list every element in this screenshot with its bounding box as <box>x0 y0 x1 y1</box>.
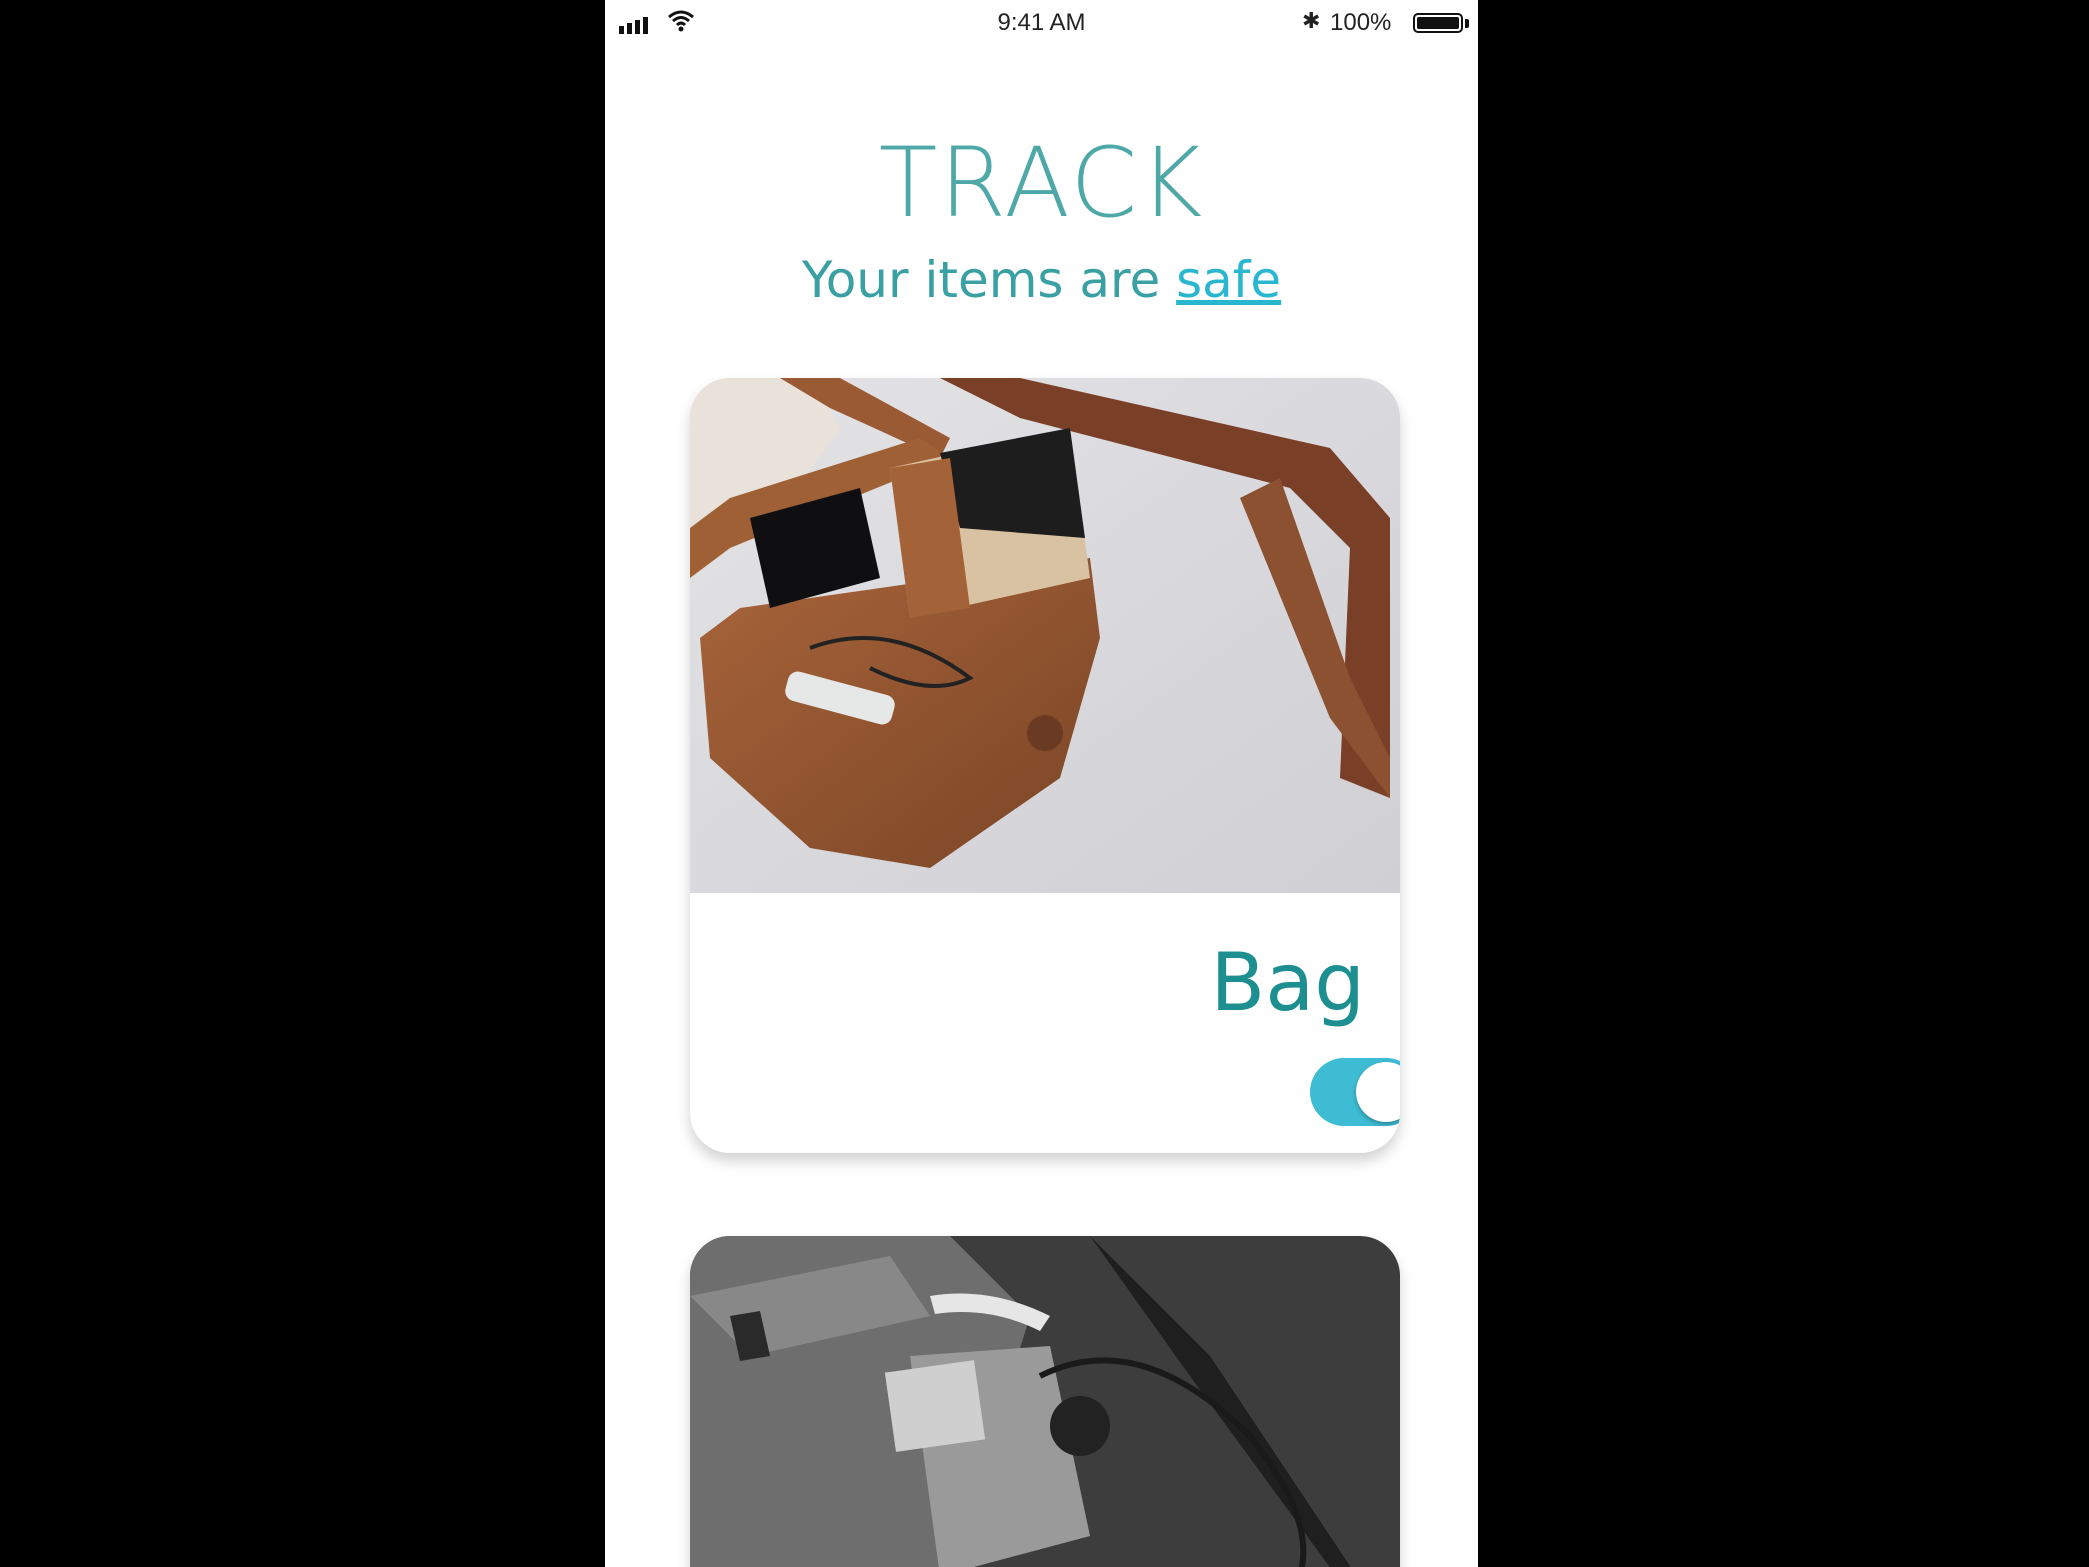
page-title: TRACK <box>878 127 1205 239</box>
item-photo <box>690 1236 1400 1567</box>
subtitle-text: Your items are <box>801 251 1177 309</box>
battery-percent: 100% <box>1330 9 1392 36</box>
safe-link[interactable]: safe <box>1176 251 1281 309</box>
page-subtitle: Your items are safe <box>605 245 1478 315</box>
battery-tip <box>1465 19 1469 28</box>
toggle-knob <box>1356 1062 1400 1122</box>
item-card-bag[interactable]: Bag <box>690 378 1400 1153</box>
status-bar: 9:41 AM ✱ 100% <box>605 0 1478 44</box>
item-photo <box>690 378 1400 893</box>
phone-screen: 9:41 AM ✱ 100% TRACK Your items are safe <box>605 0 1478 1567</box>
tracking-toggle[interactable] <box>1310 1058 1400 1126</box>
bluetooth-icon: ✱ <box>1302 9 1321 34</box>
battery-icon <box>1413 13 1463 33</box>
item-label: Bag <box>1210 936 1365 1029</box>
item-card-backpack[interactable] <box>690 1236 1400 1567</box>
